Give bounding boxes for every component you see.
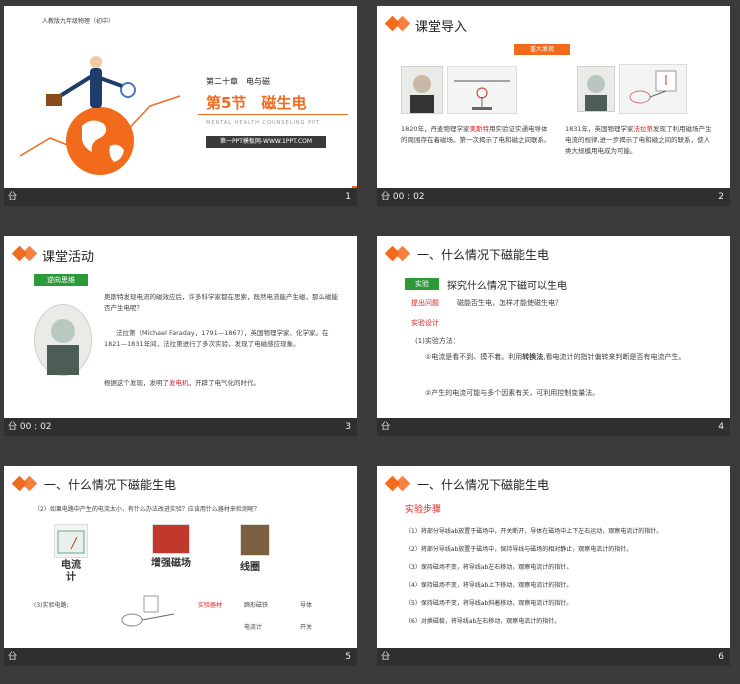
diamond-logo-icon (384, 475, 411, 492)
step-6: （6）对换磁极，将导线ab左右移动，观察电流计的指针。 (405, 618, 561, 625)
coil-image (240, 524, 270, 556)
businessman-globe-illustration (20, 56, 181, 175)
diamond-logo-icon (384, 15, 411, 32)
oersted-portrait (401, 66, 443, 114)
diamond-logo-icon (384, 245, 411, 262)
website-banner: 第一PPT模板网-WWW.1PPT.COM (206, 136, 326, 148)
equipment-switch: 开关 (300, 624, 313, 631)
briefcase-icon (46, 94, 62, 106)
subtitle-en: MENTAL HEALTH COUNSELING PPT (206, 120, 321, 126)
section-title: 第5节 磁生电 (206, 94, 307, 112)
section-heading: 一、什么情况下磁能生电 (417, 248, 550, 262)
invention-paragraph: 根据这个发现，发明了发电机，开辟了电气化的时代。 (104, 379, 260, 387)
equipment-conductor: 导体 (300, 602, 313, 609)
step-4: （4）保持磁场不变，将导线ab上下移动，观察电流计的指针。 (405, 582, 573, 589)
experiment-tag: 实验 (405, 278, 439, 290)
question-text: 磁能否生电，怎样才能使磁生电？ (457, 299, 562, 307)
faraday-experiment-image (619, 64, 687, 114)
faraday-bio-paragraph: 法拉第（Michael Faraday，1791—1867），英国物理学家、化学… (104, 329, 329, 348)
galvanometer-label: 电流计 (61, 560, 81, 583)
method-label: (1)实验方法： (415, 337, 460, 345)
intro-paragraph: 奥斯特发现电流的磁效应后，许多科学家都在思索，既然电流能产生磁，那么磁能否产生电… (104, 293, 338, 312)
slide-footer: 㕣 00 : 02 3 (4, 418, 357, 436)
question-text: （2）如果电路中产生的电流太小，有什么办法改进实验？应该用什么器材来检测呢？ (34, 506, 260, 513)
diamond-logo-icon (11, 475, 38, 492)
method-item-1: ①电流是看不到、摸不着。利用转换法,看电流计的指针偏转来判断是否有电流产生。 (425, 353, 686, 361)
slide-1[interactable]: 人教版九年级物理（初中） 第二十章 电与磁 第5节 磁生电 MENTAL HEA… (4, 6, 357, 206)
slide-footer: 㕣 4 (377, 418, 730, 436)
oersted-description: 1820年，丹麦物理学家奥斯特用实验证实通电导体的周围存在着磁场。第一次揭示了电… (401, 125, 551, 144)
electromagnet-image (152, 524, 190, 554)
footer-left: 㕣 (8, 652, 18, 662)
slide-footer: 㕣 00 : 02 2 (377, 188, 730, 206)
experiment-title: 探究什么情况下磁可以生电 (447, 281, 567, 292)
question-label: 提出问题 (411, 299, 439, 307)
slide-footer: 㕣 5 (4, 648, 357, 666)
slide-5[interactable]: 一、什么情况下磁能生电 （2）如果电路中产生的电流太小，有什么办法改进实验？应该… (4, 466, 357, 666)
slide-footer: 㕣 6 (377, 648, 730, 666)
slide-number: 1 (345, 192, 351, 202)
title-divider (198, 114, 348, 115)
faraday-description: 1831年，英国物理学家法拉第发现了利用磁场产生电流的规律,进一步揭示了电和磁之… (565, 125, 712, 155)
equipment-horseshoe-magnet: 蹄形磁铁 (244, 602, 269, 609)
magnet-label: 增强磁场 (151, 558, 191, 569)
slide-number: 5 (345, 652, 351, 662)
magnifier-icon (120, 82, 136, 98)
step-3: （3）保持磁场不变，将导线ab左右移动，观察电流计的指针。 (405, 564, 573, 571)
coil-label: 线圈 (240, 562, 260, 573)
slide-number: 3 (345, 422, 351, 432)
footer-left: 㕣 00 : 02 (381, 192, 425, 202)
slide-number: 6 (718, 652, 724, 662)
footer-left: 㕣 (8, 192, 18, 202)
slide-footer: 㕣 1 (4, 188, 357, 206)
slide-2[interactable]: 课堂导入 重大发现 1820年，丹麦物理学家奥斯特用实验证实通电导体的周围存在着… (377, 6, 730, 206)
footer-left: 㕣 (381, 422, 391, 432)
equipment-galvanometer: 电流计 (244, 624, 263, 631)
businessman-head (90, 56, 102, 68)
step-1: （1）将部分导线ab放置于磁场中，开关断开，导体在磁场中上下左右运动，观察电流计… (405, 528, 663, 535)
step-2: （2）将部分导线ab放置于磁场中，保持导线与磁场的相对静止，观察电流计的指针。 (405, 546, 633, 553)
globe (66, 107, 134, 175)
equipment-label: 实验器材 (198, 602, 223, 609)
publisher-label: 人教版九年级物理（初中） (42, 18, 115, 25)
slide-title: 课堂活动 (42, 250, 95, 265)
slide-6[interactable]: 一、什么情况下磁能生电 实验步骤 （1）将部分导线ab放置于磁场中，开关断开，导… (377, 466, 730, 666)
design-label: 实验设计 (411, 319, 439, 327)
badge: 重大发现 (514, 44, 570, 55)
section-heading: 一、什么情况下磁能生电 (44, 478, 177, 492)
slide-3[interactable]: 课堂活动 逆向思维 奥斯特发现电流的磁效应后，许多科学家都在思索，既然电流能产生… (4, 236, 357, 436)
galvanometer-image (54, 524, 88, 558)
oersted-experiment-image (447, 66, 517, 114)
circuit-label: (3)实验电路: (34, 602, 69, 609)
businessman-body (90, 68, 102, 108)
footer-left: 㕣 (381, 652, 391, 662)
diamond-logo-icon (11, 245, 38, 262)
slide-4[interactable]: 一、什么情况下磁能生电 实验 探究什么情况下磁可以生电 提出问题 磁能否生电，怎… (377, 236, 730, 436)
circuit-diagram (121, 595, 175, 627)
slide-title: 课堂导入 (415, 20, 468, 35)
footer-left: 㕣 00 : 02 (8, 422, 52, 432)
faraday-oval-portrait (34, 304, 92, 376)
method-item-2: ②产生的电流可能与多个因素有关，可利用控制变量法。 (425, 389, 600, 397)
slide-number: 4 (718, 422, 724, 432)
section-heading: 一、什么情况下磁能生电 (417, 478, 550, 492)
chapter-label: 第二十章 电与磁 (206, 77, 270, 86)
reverse-thinking-tag: 逆向思维 (34, 274, 88, 286)
faraday-portrait (577, 66, 615, 112)
step-5: （5）保持磁场不变，将导线ab斜着移动，观察电流计的指针。 (405, 600, 573, 607)
steps-label: 实验步骤 (405, 505, 442, 515)
slide-number: 2 (718, 192, 724, 202)
